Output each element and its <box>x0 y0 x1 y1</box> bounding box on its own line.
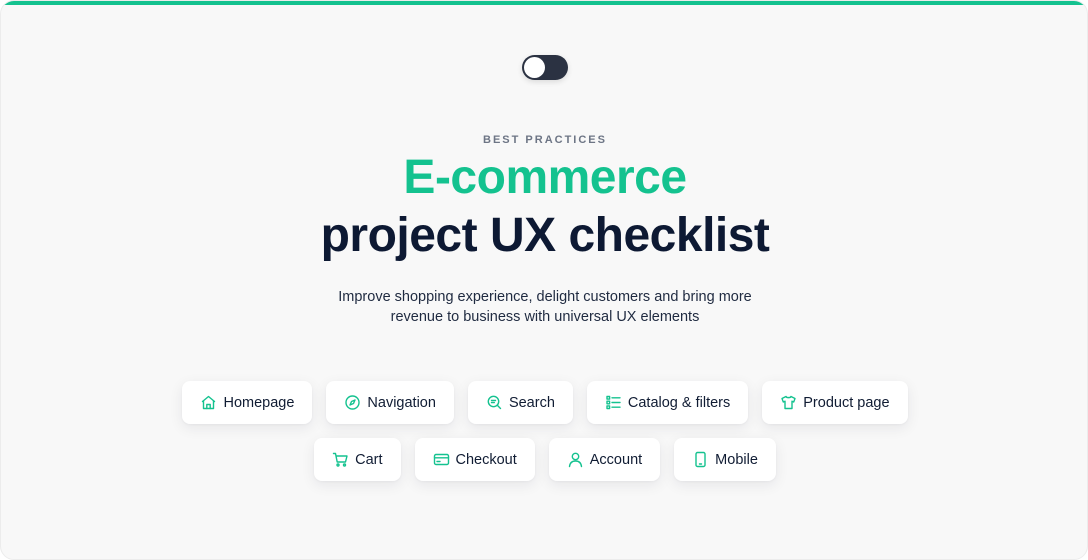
category-label: Catalog & filters <box>627 394 731 411</box>
page-title-accent: E-commerce <box>403 151 687 204</box>
mobile-icon <box>695 451 706 468</box>
category-label: Mobile <box>715 451 758 468</box>
category-cart[interactable]: Cart <box>314 438 401 481</box>
compass-icon <box>345 395 361 410</box>
cart-icon <box>332 452 348 467</box>
category-label: Cart <box>355 451 383 468</box>
category-label: Checkout <box>455 451 517 468</box>
category-mobile[interactable]: Mobile <box>674 438 776 481</box>
top-accent-bar <box>1 1 1087 5</box>
home-icon <box>202 395 216 410</box>
credit-card-icon <box>433 453 449 466</box>
user-icon <box>568 452 582 468</box>
search-icon <box>487 395 502 410</box>
category-navigation[interactable]: Navigation <box>326 381 454 424</box>
page-title: project UX checklist <box>320 209 770 262</box>
list-icon <box>606 395 621 410</box>
page: BEST PRACTICES E-commerce project UX che… <box>0 0 1088 560</box>
tshirt-icon <box>781 395 796 410</box>
category-homepage[interactable]: Homepage <box>182 381 313 424</box>
page-subtitle: Improve shopping experience, delight cus… <box>338 289 752 325</box>
moon-icon <box>553 62 558 72</box>
category-label: Search <box>508 394 555 411</box>
toggle-knob <box>524 57 545 78</box>
category-account[interactable]: Account <box>548 438 661 481</box>
category-label: Product page <box>803 394 890 411</box>
category-row: Homepage Navigation Search Catalog & fil… <box>1 381 1087 424</box>
category-catalog-filters[interactable]: Catalog & filters <box>586 381 749 424</box>
category-search[interactable]: Search <box>467 381 573 424</box>
eyebrow-label: BEST PRACTICES <box>483 134 607 146</box>
category-label: Homepage <box>223 394 295 411</box>
category-label: Navigation <box>367 394 436 411</box>
theme-toggle[interactable] <box>522 55 568 80</box>
category-row: Cart Checkout Account Mobile <box>1 438 1087 481</box>
category-product-page[interactable]: Product page <box>762 381 908 424</box>
category-label: Account <box>589 451 643 468</box>
category-checkout[interactable]: Checkout <box>414 438 535 481</box>
